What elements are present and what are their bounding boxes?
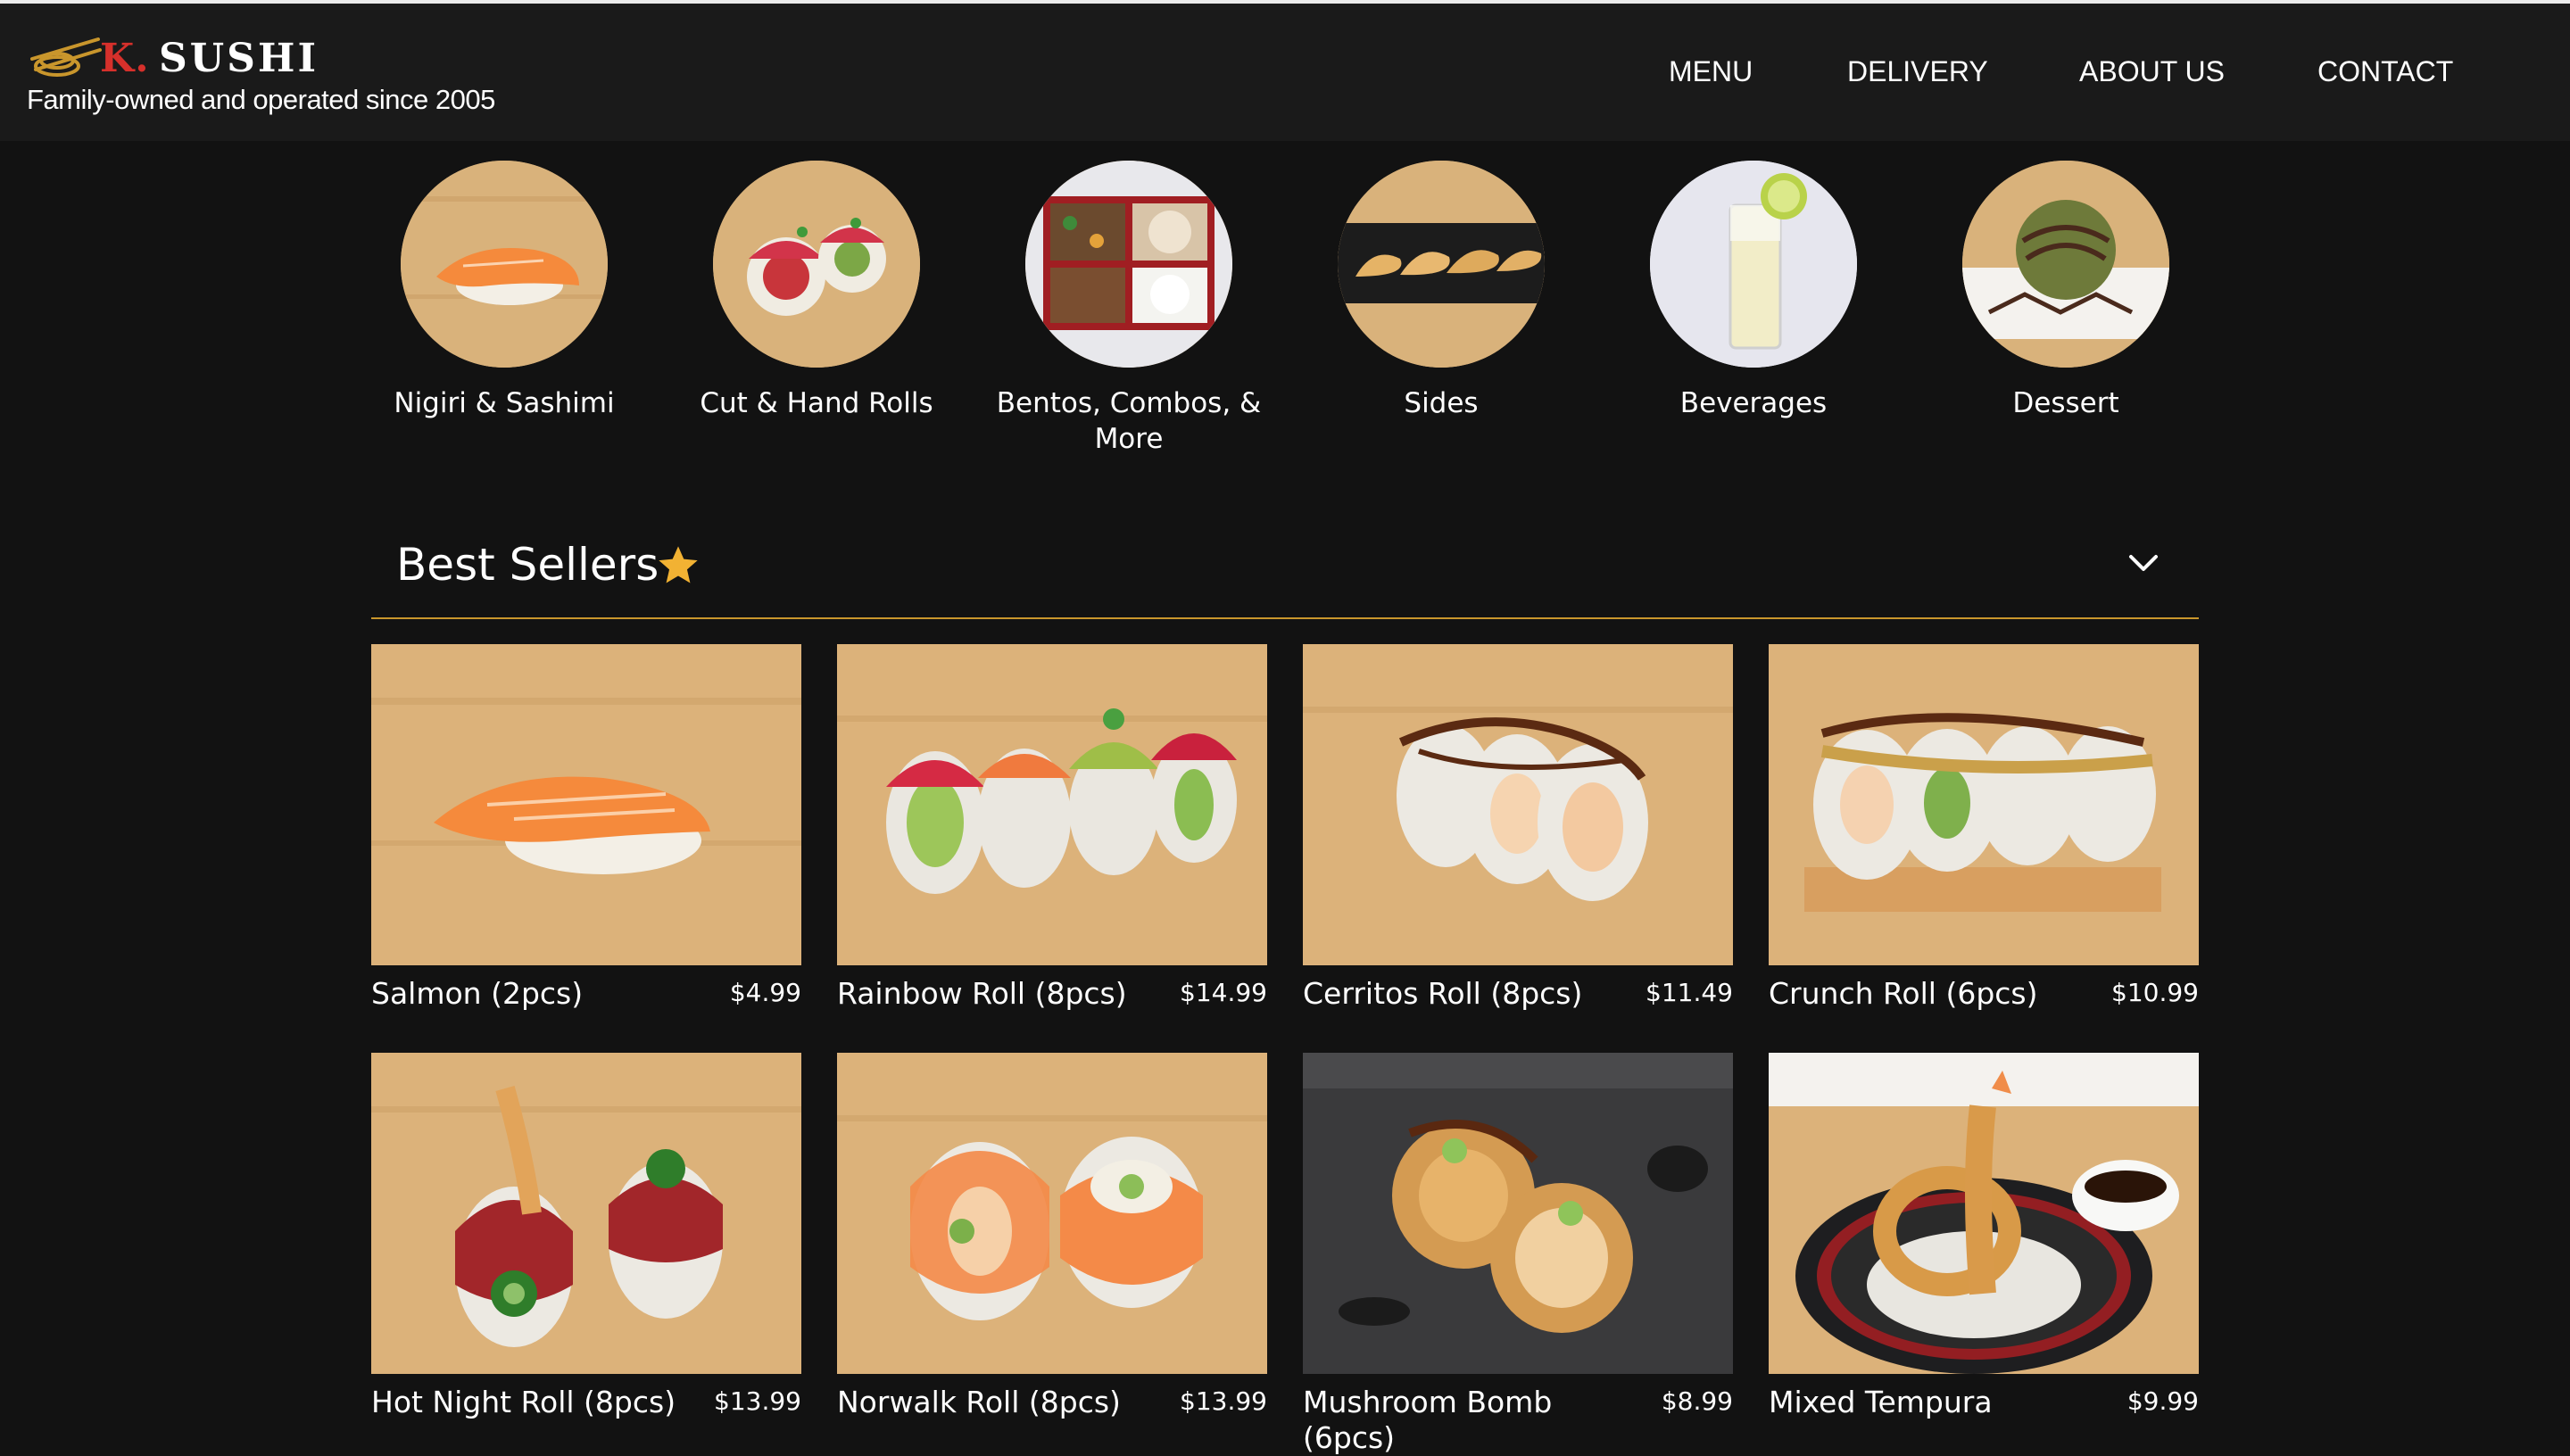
product-price: $8.99 <box>1661 1386 1733 1416</box>
nav-item-delivery[interactable]: DELIVERY <box>1847 55 1988 88</box>
product-image <box>837 1053 1267 1374</box>
category-label: Nigiri & Sashimi <box>394 387 615 419</box>
category-label: Beverages <box>1679 387 1828 419</box>
product-card[interactable]: Cerritos Roll (8pcs) $11.49 <box>1303 644 1733 1011</box>
category-beverages[interactable]: Beverages <box>1602 161 1905 421</box>
product-image <box>371 1053 801 1374</box>
product-image <box>1769 644 2199 965</box>
site-header: K. SUSHI Family-owned and operated since… <box>0 4 2570 141</box>
product-card[interactable]: Mixed Tempura $9.99 <box>1769 1053 2199 1419</box>
product-card[interactable]: Salmon (2pcs) $4.99 <box>371 644 801 1011</box>
product-name: Crunch Roll (6pcs) <box>1769 976 2038 1011</box>
nav-item-contact[interactable]: CONTACT <box>2317 55 2453 88</box>
category-sides[interactable]: Sides <box>1289 161 1593 421</box>
product-price: $11.49 <box>1646 978 1733 1007</box>
product-image <box>1303 644 1733 965</box>
category-dessert[interactable]: Dessert <box>1914 161 2218 421</box>
product-image <box>1303 1053 1733 1374</box>
product-card[interactable]: Norwalk Roll (8pcs) $13.99 <box>837 1053 1267 1419</box>
category-image <box>1025 161 1232 368</box>
product-name: Salmon (2pcs) <box>371 976 584 1011</box>
product-image <box>837 644 1267 965</box>
main-nav: MENU DELIVERY ABOUT US CONTACT <box>0 55 2570 100</box>
category-label: Bentos, Combos, & More <box>996 387 1262 455</box>
category-label: Cut & Hand Rolls <box>700 387 933 419</box>
product-name: Mixed Tempura <box>1769 1385 1993 1419</box>
product-card[interactable]: Rainbow Roll (8pcs) $14.99 <box>837 644 1267 1011</box>
section-title: Best Sellers <box>396 539 659 591</box>
star-icon <box>659 546 698 583</box>
product-price: $10.99 <box>2111 978 2199 1007</box>
nav-item-about-us[interactable]: ABOUT US <box>2079 55 2225 88</box>
product-name: Norwalk Roll (8pcs) <box>837 1385 1121 1419</box>
product-price: $9.99 <box>2126 1386 2199 1416</box>
product-price: $13.99 <box>714 1386 801 1416</box>
category-image <box>1962 161 2169 368</box>
category-cut-hand-rolls[interactable]: Cut & Hand Rolls <box>665 161 968 421</box>
product-name: Mushroom Bomb (6pcs) <box>1303 1385 1553 1455</box>
category-nigiri-sashimi[interactable]: Nigiri & Sashimi <box>352 161 656 421</box>
category-image <box>713 161 920 368</box>
product-name: Rainbow Roll (8pcs) <box>837 976 1127 1011</box>
category-label: Sides <box>1404 387 1479 419</box>
category-label: Dessert <box>2012 387 2119 419</box>
product-price: $14.99 <box>1180 978 1267 1007</box>
product-price: $13.99 <box>1180 1386 1267 1416</box>
product-name: Hot Night Roll (8pcs) <box>371 1385 676 1419</box>
category-image <box>401 161 608 368</box>
category-bentos-combos[interactable]: Bentos, Combos, & More <box>977 161 1281 457</box>
chevron-down-icon[interactable] <box>2127 553 2160 575</box>
product-price: $4.99 <box>729 978 801 1007</box>
product-card[interactable]: Hot Night Roll (8pcs) $13.99 <box>371 1053 801 1419</box>
nav-item-menu[interactable]: MENU <box>1669 55 1753 88</box>
product-name: Cerritos Roll (8pcs) <box>1303 976 1583 1011</box>
category-image <box>1650 161 1857 368</box>
category-image <box>1338 161 1545 368</box>
best-sellers-toggle[interactable]: Best Sellers <box>371 517 2199 619</box>
product-image <box>371 644 801 965</box>
product-image <box>1769 1053 2199 1374</box>
product-card[interactable]: Mushroom Bomb (6pcs) $8.99 <box>1303 1053 1733 1455</box>
product-card[interactable]: Crunch Roll (6pcs) $10.99 <box>1769 644 2199 1011</box>
